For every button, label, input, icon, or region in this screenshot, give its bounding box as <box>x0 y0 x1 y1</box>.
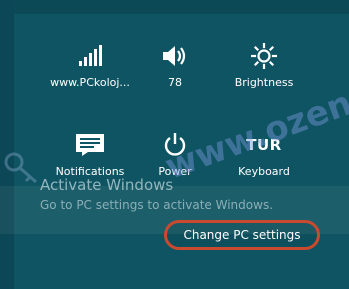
signal-bars-icon <box>45 36 135 76</box>
volume-tile[interactable]: 78 <box>130 36 220 106</box>
network-tile[interactable]: www.PCkoloj... <box>45 36 135 106</box>
keyboard-label: Keyboard <box>238 165 290 178</box>
keyboard-tile[interactable]: TUR Keyboard <box>219 125 309 195</box>
power-icon <box>130 125 220 165</box>
top-strip <box>0 0 349 14</box>
brightness-label: Brightness <box>234 76 294 89</box>
left-rail <box>0 0 14 289</box>
keyboard-layout-indicator: TUR <box>246 136 282 154</box>
activate-windows-subtitle: Go to PC settings to activate Windows. <box>40 198 274 212</box>
message-icon <box>45 125 135 165</box>
sun-icon <box>219 36 309 76</box>
change-pc-settings-button[interactable]: Change PC settings <box>164 220 320 250</box>
brightness-tile[interactable]: Brightness <box>219 36 309 106</box>
activate-windows-title: Activate Windows <box>40 176 174 194</box>
speaker-icon <box>130 36 220 76</box>
